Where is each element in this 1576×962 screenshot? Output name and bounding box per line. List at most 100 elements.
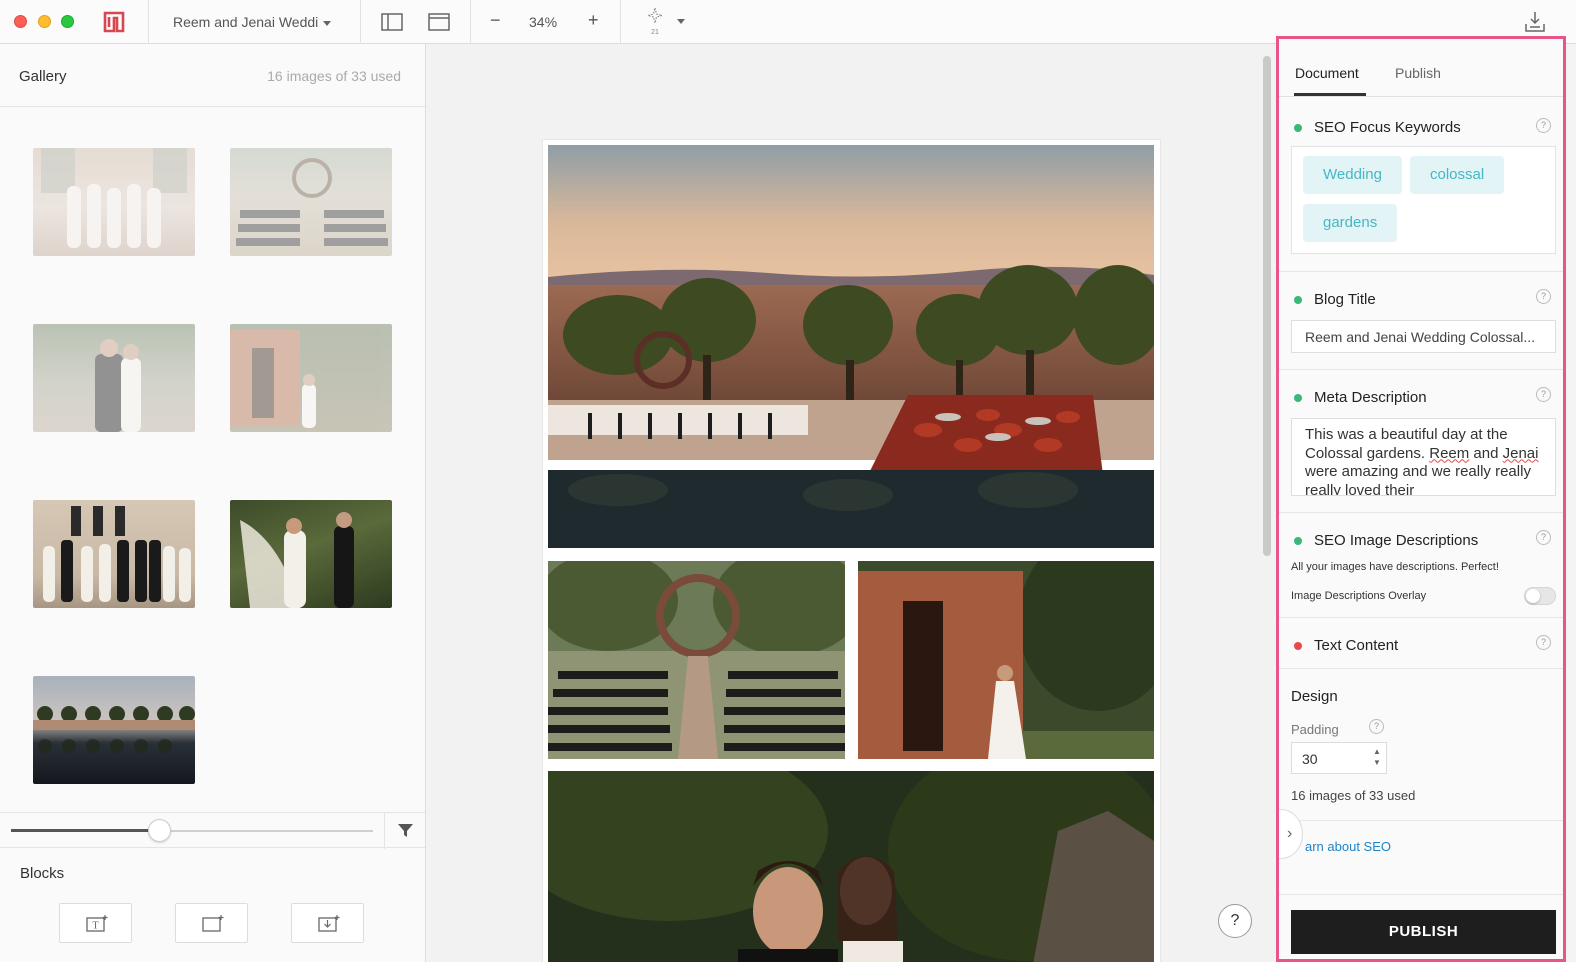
document-title-dropdown[interactable]: Reem and Jenai Weddi bbox=[173, 14, 332, 30]
misspelled-word: Reem bbox=[1429, 444, 1470, 462]
blog-title-input[interactable]: Reem and Jenai Wedding Colossal... bbox=[1291, 320, 1556, 353]
keyword-tag[interactable]: colossal bbox=[1410, 156, 1505, 194]
seo-keywords-label: SEO Focus Keywords bbox=[1314, 119, 1461, 136]
sidebar-toggle-icon[interactable] bbox=[381, 12, 403, 32]
thumbnail-size-slider-row bbox=[0, 812, 425, 849]
section-divider bbox=[1279, 820, 1563, 821]
minimize-window-button[interactable] bbox=[38, 15, 51, 28]
document-sidebar: Document Publish SEO Focus Keywords ? We… bbox=[1276, 36, 1566, 962]
section-divider bbox=[1279, 271, 1563, 272]
hero-photo-reception[interactable] bbox=[548, 145, 1154, 548]
zoom-level: 34% bbox=[529, 14, 558, 30]
images-used-text: 16 images of 33 used bbox=[1291, 788, 1416, 803]
gallery-thumbnail[interactable] bbox=[230, 324, 392, 432]
misspelled-word: Jenai bbox=[1502, 444, 1539, 462]
stepper-arrows-icon[interactable]: ▲ ▼ bbox=[1373, 746, 1381, 768]
blog-page bbox=[543, 140, 1160, 962]
collapse-sidebar-button[interactable]: › bbox=[1279, 809, 1303, 859]
slider-fill bbox=[11, 829, 159, 832]
image-descriptions-overlay-toggle[interactable] bbox=[1524, 587, 1556, 605]
app-logo-icon bbox=[103, 11, 125, 33]
status-ok-dot bbox=[1294, 296, 1302, 304]
keyword-tag[interactable]: Wedding bbox=[1303, 156, 1402, 194]
editor-canvas[interactable]: ? bbox=[427, 44, 1276, 962]
gallery-title: Gallery bbox=[19, 68, 67, 85]
status-ok-dot bbox=[1294, 537, 1302, 545]
svg-text:T: T bbox=[92, 921, 98, 932]
design-title: Design bbox=[1291, 688, 1338, 705]
gallery-thumbnail[interactable] bbox=[33, 324, 195, 432]
learn-about-seo-link[interactable]: arn about SEO bbox=[1305, 839, 1391, 854]
tab-publish[interactable]: Publish bbox=[1395, 65, 1441, 81]
gallery-thumbnail[interactable] bbox=[230, 148, 392, 256]
keywords-input[interactable]: Wedding colossal gardens bbox=[1291, 146, 1556, 254]
meta-description-textarea[interactable]: This was a beautiful day at the Colossal… bbox=[1291, 418, 1556, 496]
filter-icon bbox=[398, 824, 413, 837]
filter-button[interactable] bbox=[384, 813, 425, 849]
meta-description-text: were amazing and we really really really… bbox=[1305, 463, 1531, 496]
gallery-thumbnail[interactable] bbox=[33, 148, 195, 256]
status-error-dot bbox=[1294, 642, 1302, 650]
zoom-in-button[interactable]: + bbox=[588, 10, 599, 31]
zoom-out-button[interactable]: − bbox=[490, 10, 501, 31]
close-window-button[interactable] bbox=[14, 15, 27, 28]
sparkle-icon[interactable]: 21 bbox=[643, 6, 667, 36]
status-ok-dot bbox=[1294, 124, 1302, 132]
help-icon[interactable]: ? bbox=[1536, 289, 1551, 304]
canvas-scrollbar[interactable] bbox=[1263, 56, 1271, 556]
gallery-thumbnail[interactable] bbox=[33, 676, 195, 784]
overlay-toggle-label: Image Descriptions Overlay bbox=[1291, 590, 1427, 602]
photo-bride-terracotta[interactable] bbox=[858, 561, 1154, 759]
publish-button[interactable]: PUBLISH bbox=[1291, 910, 1556, 954]
export-icon[interactable] bbox=[1523, 10, 1547, 34]
chevron-right-icon: › bbox=[1287, 825, 1293, 842]
toggle-knob bbox=[1526, 589, 1540, 603]
add-text-block-button[interactable]: T bbox=[59, 903, 132, 943]
tab-document[interactable]: Document bbox=[1295, 65, 1359, 81]
image-descriptions-label: SEO Image Descriptions bbox=[1314, 532, 1479, 549]
help-icon[interactable]: ? bbox=[1536, 635, 1551, 650]
toolbar-divider bbox=[360, 0, 361, 44]
toolbar-divider bbox=[148, 0, 149, 44]
embed-block-icon bbox=[318, 915, 340, 932]
padding-value: 30 bbox=[1302, 751, 1318, 767]
blocks-title: Blocks bbox=[20, 865, 65, 882]
toolbar-divider bbox=[620, 0, 621, 44]
document-title-label: Reem and Jenai Weddi bbox=[173, 14, 319, 30]
toolbar-divider bbox=[470, 0, 471, 44]
gallery-count: 16 images of 33 used bbox=[267, 68, 401, 84]
help-icon[interactable]: ? bbox=[1536, 530, 1551, 545]
gallery-thumbnail[interactable] bbox=[230, 500, 392, 608]
meta-description-label: Meta Description bbox=[1314, 389, 1427, 406]
gallery-panel: Gallery 16 images of 33 used Blocks T bbox=[0, 44, 426, 962]
image-descriptions-status: All your images have descriptions. Perfe… bbox=[1291, 561, 1499, 573]
zoom-window-button[interactable] bbox=[61, 15, 74, 28]
add-embed-block-button[interactable] bbox=[291, 903, 364, 943]
section-divider bbox=[1279, 894, 1563, 895]
section-divider bbox=[1279, 617, 1563, 618]
blog-title-label: Blog Title bbox=[1314, 291, 1376, 308]
sidebar-tabs: Document Publish bbox=[1279, 39, 1563, 97]
meta-description-text: and bbox=[1469, 444, 1503, 462]
help-icon[interactable]: ? bbox=[1536, 387, 1551, 402]
padding-stepper[interactable]: 30 ▲ ▼ bbox=[1291, 742, 1387, 774]
image-block-icon bbox=[202, 915, 224, 932]
padding-label: Padding bbox=[1291, 722, 1339, 737]
help-icon[interactable]: ? bbox=[1369, 719, 1384, 734]
active-tab-indicator bbox=[1294, 93, 1366, 96]
photo-ceremony-arch[interactable] bbox=[548, 561, 845, 759]
gallery-thumbnail[interactable] bbox=[33, 500, 195, 608]
chevron-down-icon[interactable] bbox=[677, 19, 685, 24]
section-divider bbox=[1279, 512, 1563, 513]
help-icon[interactable]: ? bbox=[1536, 118, 1551, 133]
canvas-help-button[interactable]: ? bbox=[1218, 904, 1252, 938]
gallery-header: Gallery 16 images of 33 used bbox=[0, 44, 425, 107]
section-divider bbox=[1279, 668, 1563, 669]
window-layout-icon[interactable] bbox=[428, 12, 450, 32]
keyword-tag[interactable]: gardens bbox=[1303, 204, 1398, 242]
photo-couple-portrait[interactable] bbox=[548, 771, 1154, 962]
add-image-block-button[interactable] bbox=[175, 903, 248, 943]
text-content-label: Text Content bbox=[1314, 637, 1399, 654]
text-block-icon: T bbox=[86, 915, 108, 932]
slider-knob[interactable] bbox=[148, 819, 171, 842]
